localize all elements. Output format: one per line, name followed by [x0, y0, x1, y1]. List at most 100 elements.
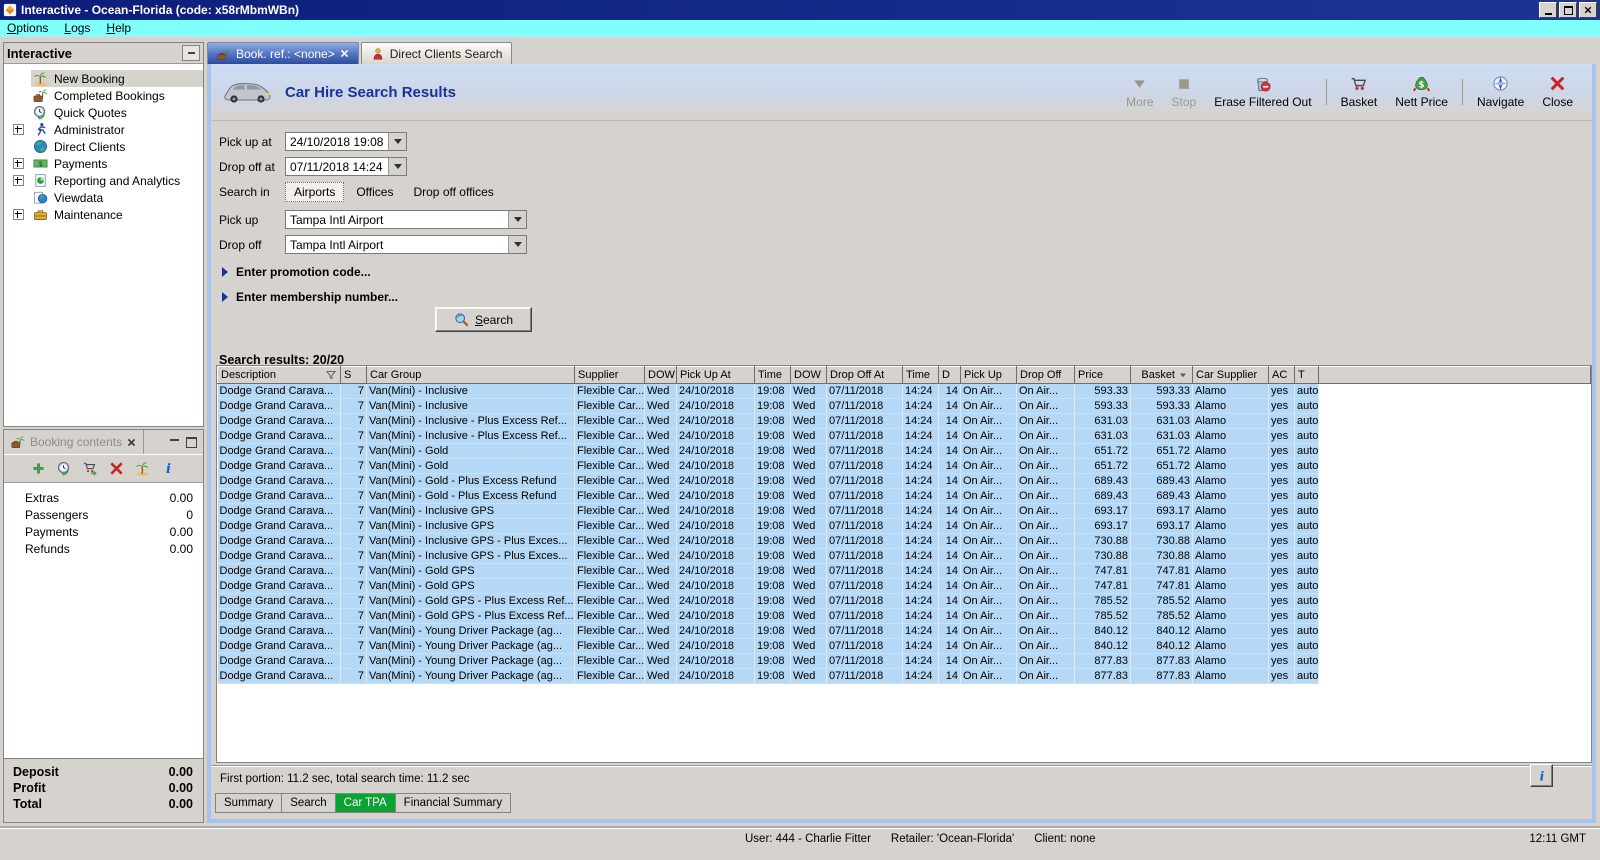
- navigate-button[interactable]: Navigate: [1468, 73, 1533, 111]
- column-header-2-car-group[interactable]: Car Group: [366, 366, 575, 384]
- new-booking-button[interactable]: [135, 461, 150, 476]
- result-row-10[interactable]: Dodge Grand Carava... 7 Van(Mini) - Inclus…: [217, 518, 1591, 534]
- close-button[interactable]: Close: [1533, 73, 1582, 111]
- result-row-5[interactable]: Dodge Grand Carava... 7 Van(Mini) - Gold Fl…: [217, 443, 1591, 459]
- sidebar-item-completed-bookings[interactable]: Completed Bookings: [4, 87, 203, 104]
- sidebar-item-direct-clients[interactable]: Direct Clients: [4, 138, 203, 155]
- column-header-3-supplier[interactable]: Supplier: [574, 366, 645, 384]
- booking-total-deposit: Deposit 0.00: [13, 764, 193, 780]
- promotion-code-expander[interactable]: Enter promotion code...: [222, 265, 527, 279]
- result-row-11[interactable]: Dodge Grand Carava... 7 Van(Mini) - Inclus…: [217, 533, 1591, 549]
- toolbar-button-label: Close: [1542, 95, 1573, 109]
- close-window-button[interactable]: [1579, 2, 1597, 18]
- pick-up-at-combo[interactable]: 24/10/2018 19:08: [285, 132, 407, 151]
- maximize-panel-button[interactable]: [186, 436, 197, 448]
- result-row-15[interactable]: Dodge Grand Carava... 7 Van(Mini) - Gold G…: [217, 593, 1591, 609]
- chevron-down-icon[interactable]: [388, 133, 406, 150]
- sidebar-item-administrator[interactable]: Administrator: [4, 121, 203, 138]
- search-button[interactable]: Search: [435, 307, 532, 332]
- sidebar-item-new-booking[interactable]: New Booking: [4, 70, 203, 87]
- delete-button[interactable]: [109, 461, 124, 476]
- sidebar-item-maintenance[interactable]: Maintenance: [4, 206, 203, 223]
- expand-icon[interactable]: [13, 158, 24, 169]
- column-header-12-drop-off[interactable]: Drop Off: [1016, 366, 1075, 384]
- result-row-20[interactable]: Dodge Grand Carava... 7 Van(Mini) - Young …: [217, 668, 1591, 684]
- column-header-8-drop-off-at[interactable]: Drop Off At: [826, 366, 903, 384]
- result-row-6[interactable]: Dodge Grand Carava... 7 Van(Mini) - Gold Fl…: [217, 458, 1591, 474]
- results-table-container[interactable]: Description S Car Group Supplier DOW Pick Up …: [216, 365, 1592, 763]
- column-header-5-pick-up-at[interactable]: Pick Up At: [676, 366, 755, 384]
- result-row-19[interactable]: Dodge Grand Carava... 7 Van(Mini) - Young …: [217, 653, 1591, 669]
- bottom-tab-search[interactable]: Search: [282, 793, 336, 813]
- expand-icon[interactable]: [13, 124, 24, 135]
- membership-number-expander[interactable]: Enter membership number...: [222, 290, 527, 304]
- collapse-panel-button[interactable]: [182, 45, 200, 61]
- column-header-10-d[interactable]: D: [938, 366, 961, 384]
- result-row-9[interactable]: Dodge Grand Carava... 7 Van(Mini) - Inclus…: [217, 503, 1591, 519]
- result-row-2[interactable]: Dodge Grand Carava... 7 Van(Mini) - Inclus…: [217, 398, 1591, 414]
- result-row-14[interactable]: Dodge Grand Carava... 7 Van(Mini) - Gold G…: [217, 578, 1591, 594]
- menu-options[interactable]: Options: [7, 21, 48, 35]
- search-in-airports[interactable]: Airports: [285, 182, 345, 202]
- expand-icon[interactable]: [13, 209, 24, 220]
- chevron-down-icon[interactable]: [508, 211, 526, 228]
- chevron-down-icon[interactable]: [508, 236, 526, 253]
- result-row-7[interactable]: Dodge Grand Carava... 7 Van(Mini) - Gold -…: [217, 473, 1591, 489]
- search-in-drop-off-offices[interactable]: Drop off offices: [405, 183, 501, 201]
- booking-contents-tab[interactable]: Booking contents: [4, 430, 145, 454]
- booking-row-label: Payments: [25, 525, 79, 539]
- drop-off-at-combo[interactable]: 07/11/2018 14:24: [285, 157, 407, 176]
- result-row-12[interactable]: Dodge Grand Carava... 7 Van(Mini) - Inclus…: [217, 548, 1591, 564]
- column-header-17-t[interactable]: T: [1294, 366, 1319, 384]
- column-header-6-time[interactable]: Time: [754, 366, 791, 384]
- minimize-button[interactable]: [1539, 2, 1557, 18]
- bottom-tab-car-tpa[interactable]: Car TPA: [335, 793, 396, 813]
- close-tab-icon[interactable]: [340, 49, 349, 58]
- restore-button[interactable]: [1559, 2, 1577, 18]
- column-header-7-dow[interactable]: DOW: [790, 366, 827, 384]
- basket-button[interactable]: Basket: [1332, 73, 1387, 111]
- sidebar-item-payments[interactable]: Payments: [4, 155, 203, 172]
- column-header-13-price[interactable]: Price: [1074, 366, 1131, 384]
- menu-logs[interactable]: Logs: [64, 21, 90, 35]
- result-row-16[interactable]: Dodge Grand Carava... 7 Van(Mini) - Gold G…: [217, 608, 1591, 624]
- column-header-16-ac[interactable]: AC: [1268, 366, 1295, 384]
- drop-off-combo[interactable]: Tampa Intl Airport: [285, 235, 527, 254]
- search-in-offices[interactable]: Offices: [348, 183, 401, 201]
- menu-help[interactable]: Help: [106, 21, 131, 35]
- result-row-3[interactable]: Dodge Grand Carava... 7 Van(Mini) - Inclus…: [217, 413, 1591, 429]
- column-header-0-description[interactable]: Description: [217, 366, 341, 384]
- info-button[interactable]: [161, 461, 176, 476]
- tab-booking-ref[interactable]: Book. ref.: <none>: [207, 42, 359, 64]
- sidebar-item-viewdata[interactable]: Viewdata: [4, 189, 203, 206]
- result-row-8[interactable]: Dodge Grand Carava... 7 Van(Mini) - Gold -…: [217, 488, 1591, 504]
- column-header-1-s[interactable]: S: [340, 366, 367, 384]
- bottom-tab-summary[interactable]: Summary: [215, 793, 283, 813]
- sidebar-header: Interactive: [4, 43, 203, 64]
- sidebar-item-quick-quotes[interactable]: Quick Quotes: [4, 104, 203, 121]
- nett-price-button[interactable]: Nett Price: [1386, 73, 1457, 111]
- column-header-11-pick-up[interactable]: Pick Up: [960, 366, 1017, 384]
- result-row-13[interactable]: Dodge Grand Carava... 7 Van(Mini) - Gold G…: [217, 563, 1591, 579]
- column-header-14-basket[interactable]: Basket: [1130, 366, 1193, 384]
- erase-filtered-out-button[interactable]: Erase Filtered Out: [1205, 73, 1320, 111]
- column-header-9-time[interactable]: Time: [902, 366, 939, 384]
- expand-icon[interactable]: [13, 175, 24, 186]
- result-row-1[interactable]: Dodge Grand Carava... 7 Van(Mini) - Inclus…: [217, 383, 1591, 399]
- bottom-tab-financial-summary[interactable]: Financial Summary: [395, 793, 512, 813]
- result-row-17[interactable]: Dodge Grand Carava... 7 Van(Mini) - Young …: [217, 623, 1591, 639]
- close-panel-icon[interactable]: [127, 438, 136, 447]
- result-row-4[interactable]: Dodge Grand Carava... 7 Van(Mini) - Inclus…: [217, 428, 1591, 444]
- sidebar-item-reporting-and-analytics[interactable]: Reporting and Analytics: [4, 172, 203, 189]
- quick-quote-button[interactable]: [57, 461, 72, 476]
- info-button[interactable]: [1530, 764, 1553, 787]
- add-button[interactable]: [31, 461, 46, 476]
- column-header-4-dow[interactable]: DOW: [644, 366, 677, 384]
- pick-up-combo[interactable]: Tampa Intl Airport: [285, 210, 527, 229]
- minimize-panel-button[interactable]: [170, 438, 179, 441]
- result-row-18[interactable]: Dodge Grand Carava... 7 Van(Mini) - Young …: [217, 638, 1591, 654]
- chevron-down-icon[interactable]: [388, 158, 406, 175]
- move-to-basket-button[interactable]: [83, 461, 98, 476]
- column-header-15-car-supplier[interactable]: Car Supplier: [1192, 366, 1269, 384]
- tab-direct-clients-search[interactable]: Direct Clients Search: [360, 42, 513, 64]
